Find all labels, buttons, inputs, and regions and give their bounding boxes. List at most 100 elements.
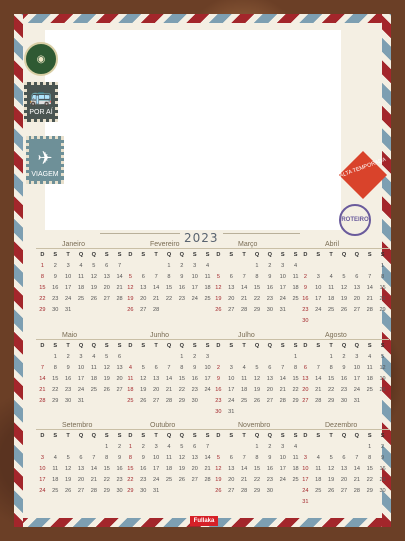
- day-cell[interactable]: 1: [49, 353, 62, 361]
- day-cell[interactable]: 14: [36, 375, 49, 383]
- day-cell[interactable]: 29: [49, 397, 62, 405]
- day-cell[interactable]: 2: [299, 273, 312, 281]
- day-cell[interactable]: 10: [299, 465, 312, 473]
- day-cell[interactable]: 19: [175, 465, 188, 473]
- day-cell[interactable]: 19: [376, 375, 389, 383]
- day-cell[interactable]: 8: [49, 364, 62, 372]
- day-cell[interactable]: 20: [263, 386, 276, 394]
- day-cell[interactable]: 27: [263, 397, 276, 405]
- day-cell[interactable]: 18: [49, 476, 62, 484]
- day-cell[interactable]: 23: [188, 386, 201, 394]
- day-cell[interactable]: 24: [62, 295, 75, 303]
- day-cell[interactable]: 19: [100, 375, 113, 383]
- day-cell[interactable]: 10: [75, 364, 88, 372]
- day-cell[interactable]: 19: [124, 295, 137, 303]
- day-cell[interactable]: 7: [350, 454, 363, 462]
- day-cell[interactable]: 22: [124, 476, 137, 484]
- day-cell[interactable]: 3: [150, 443, 163, 451]
- day-cell[interactable]: 6: [299, 364, 312, 372]
- day-cell[interactable]: 1: [363, 443, 376, 451]
- day-cell[interactable]: 26: [212, 487, 225, 495]
- day-cell[interactable]: 18: [238, 386, 251, 394]
- day-cell[interactable]: 29: [251, 306, 264, 314]
- day-cell[interactable]: 20: [350, 295, 363, 303]
- day-cell[interactable]: 12: [338, 284, 351, 292]
- day-cell[interactable]: 12: [62, 465, 75, 473]
- day-cell[interactable]: 13: [150, 375, 163, 383]
- day-cell[interactable]: 14: [363, 284, 376, 292]
- day-cell[interactable]: 7: [238, 273, 251, 281]
- day-cell[interactable]: 11: [325, 284, 338, 292]
- day-cell[interactable]: 6: [150, 364, 163, 372]
- day-cell[interactable]: 16: [137, 465, 150, 473]
- day-cell[interactable]: 27: [137, 306, 150, 314]
- day-cell[interactable]: 16: [263, 284, 276, 292]
- day-cell[interactable]: 13: [338, 465, 351, 473]
- day-cell[interactable]: 12: [251, 375, 264, 383]
- day-cell[interactable]: 16: [338, 375, 351, 383]
- day-cell[interactable]: 4: [49, 454, 62, 462]
- day-cell[interactable]: 16: [62, 375, 75, 383]
- day-cell[interactable]: 30: [137, 487, 150, 495]
- day-cell[interactable]: 16: [175, 284, 188, 292]
- day-cell[interactable]: 27: [188, 476, 201, 484]
- day-cell[interactable]: 6: [188, 443, 201, 451]
- day-cell[interactable]: 9: [376, 454, 389, 462]
- day-cell[interactable]: 29: [251, 487, 264, 495]
- day-cell[interactable]: 24: [150, 476, 163, 484]
- day-cell[interactable]: 5: [62, 454, 75, 462]
- day-cell[interactable]: 30: [188, 397, 201, 405]
- day-cell[interactable]: 29: [36, 306, 49, 314]
- day-cell[interactable]: 28: [276, 397, 289, 405]
- day-cell[interactable]: 21: [350, 476, 363, 484]
- day-cell[interactable]: 21: [276, 386, 289, 394]
- day-cell[interactable]: 6: [350, 273, 363, 281]
- day-cell[interactable]: 5: [376, 353, 389, 361]
- day-cell[interactable]: 25: [163, 476, 176, 484]
- day-cell[interactable]: 21: [87, 476, 100, 484]
- day-cell[interactable]: 23: [62, 386, 75, 394]
- day-cell[interactable]: 16: [376, 465, 389, 473]
- day-cell[interactable]: 31: [299, 498, 312, 506]
- day-cell[interactable]: 26: [124, 306, 137, 314]
- day-cell[interactable]: 17: [225, 386, 238, 394]
- day-cell[interactable]: 4: [312, 454, 325, 462]
- day-cell[interactable]: 11: [75, 273, 88, 281]
- day-cell[interactable]: 28: [36, 397, 49, 405]
- day-cell[interactable]: 9: [49, 273, 62, 281]
- day-cell[interactable]: 22: [163, 295, 176, 303]
- day-cell[interactable]: 15: [251, 284, 264, 292]
- day-cell[interactable]: 20: [299, 386, 312, 394]
- photo-placeholder[interactable]: [45, 30, 341, 230]
- day-cell[interactable]: 24: [299, 487, 312, 495]
- day-cell[interactable]: 10: [62, 273, 75, 281]
- day-cell[interactable]: 7: [36, 364, 49, 372]
- day-cell[interactable]: 7: [87, 454, 100, 462]
- day-cell[interactable]: 18: [363, 375, 376, 383]
- day-cell[interactable]: 29: [376, 306, 389, 314]
- day-cell[interactable]: 31: [75, 397, 88, 405]
- day-cell[interactable]: 10: [276, 273, 289, 281]
- day-cell[interactable]: 13: [263, 375, 276, 383]
- day-cell[interactable]: 29: [363, 487, 376, 495]
- day-cell[interactable]: 10: [188, 273, 201, 281]
- day-cell[interactable]: 9: [263, 454, 276, 462]
- day-cell[interactable]: 28: [312, 397, 325, 405]
- day-cell[interactable]: 28: [150, 306, 163, 314]
- day-cell[interactable]: 6: [225, 454, 238, 462]
- day-cell[interactable]: 18: [124, 386, 137, 394]
- day-cell[interactable]: 20: [338, 476, 351, 484]
- day-cell[interactable]: 14: [163, 375, 176, 383]
- day-cell[interactable]: 3: [75, 353, 88, 361]
- day-cell[interactable]: 12: [376, 364, 389, 372]
- day-cell[interactable]: 4: [124, 364, 137, 372]
- day-cell[interactable]: 4: [363, 353, 376, 361]
- day-cell[interactable]: 13: [188, 454, 201, 462]
- day-cell[interactable]: 10: [150, 454, 163, 462]
- day-cell[interactable]: 6: [338, 454, 351, 462]
- day-cell[interactable]: 20: [137, 295, 150, 303]
- day-cell[interactable]: 11: [49, 465, 62, 473]
- day-cell[interactable]: 3: [299, 454, 312, 462]
- day-cell[interactable]: 19: [212, 476, 225, 484]
- day-cell[interactable]: 26: [87, 295, 100, 303]
